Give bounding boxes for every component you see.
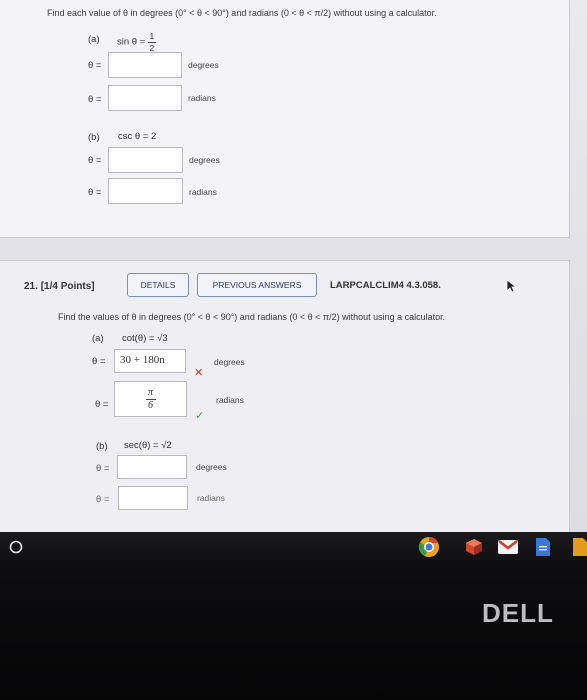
fraction-numerator: 1 — [149, 31, 155, 41]
q20-b-radians-unit: radians — [189, 187, 217, 197]
correct-answer-icon: ✓ — [195, 410, 205, 422]
mouse-cursor-icon — [506, 279, 518, 293]
question-21-card — [0, 260, 570, 537]
wrong-answer-icon: ✕ — [194, 367, 204, 379]
question-code: LARPCALCLIM4 4.3.058. — [330, 280, 441, 291]
q21-part-b-equation: sec(θ) = √2 — [124, 440, 172, 451]
gmail-icon[interactable] — [497, 539, 519, 555]
question-points: [1/4 Points] — [40, 281, 95, 292]
q21-theta-label: θ = — [92, 356, 106, 367]
q20-a-degrees-input[interactable] — [108, 52, 182, 78]
laptop-bezel: DELL — [0, 560, 587, 700]
fraction-denominator: 2 — [149, 42, 155, 53]
fraction-denominator: 6 — [148, 399, 153, 411]
q21-a-degrees-unit: degrees — [214, 357, 245, 367]
q21-part-a-label: (a) — [92, 333, 104, 344]
q21-a-radians-fraction: π 6 — [145, 386, 156, 411]
app-cube-icon[interactable] — [464, 537, 484, 557]
question-number: 21. — [24, 281, 38, 292]
q21-a-radians-unit: radians — [216, 395, 244, 405]
taskbar — [0, 532, 587, 562]
q20-theta-label: θ = — [88, 60, 102, 71]
q20-part-a-fraction: 1 2 — [147, 31, 156, 53]
q21-b-radians-unit: radians — [197, 493, 225, 503]
details-button[interactable]: DETAILS — [127, 273, 189, 297]
q20-b-degrees-input[interactable] — [108, 147, 183, 173]
q21-a-degrees-input[interactable]: 30 + 180n — [114, 349, 186, 373]
q20-part-a-label: (a) — [88, 34, 100, 45]
chrome-icon[interactable] — [418, 536, 440, 558]
q20-part-b-equation: csc θ = 2 — [118, 131, 157, 142]
q21-b-radians-input[interactable] — [118, 486, 188, 510]
q21-part-b-label: (b) — [96, 441, 108, 452]
q20-part-a-eq-text: sin θ = — [117, 36, 146, 48]
q20-a-radians-input[interactable] — [108, 85, 182, 111]
q20-part-b-label: (b) — [88, 132, 100, 143]
dell-logo-text: DELL — [482, 598, 554, 628]
dell-logo: DELL — [482, 598, 554, 628]
circle-launcher-icon[interactable] — [9, 540, 23, 554]
docs-icon[interactable] — [535, 537, 551, 557]
q20-b-degrees-unit: degrees — [189, 155, 220, 165]
q20-instruction: Find each value of θ in degrees (0° < θ … — [47, 8, 437, 18]
q21-theta-label: θ = — [96, 463, 110, 474]
fraction-numerator: π — [147, 386, 153, 398]
screen: Find each value of θ in degrees (0° < θ … — [0, 0, 587, 540]
q21-b-degrees-unit: degrees — [196, 462, 227, 472]
question-20-card — [0, 0, 570, 238]
q21-theta-label: θ = — [96, 494, 110, 505]
q20-a-degrees-unit: degrees — [188, 60, 219, 70]
q21-header: 21. [1/4 Points] — [24, 281, 95, 292]
q20-theta-label: θ = — [88, 187, 102, 198]
q21-instruction: Find the values of θ in degrees (0° < θ … — [58, 312, 446, 322]
slides-icon[interactable] — [572, 537, 587, 557]
previous-answers-button[interactable]: PREVIOUS ANSWERS — [197, 273, 317, 297]
q20-a-radians-unit: radians — [188, 93, 216, 103]
q21-part-a-equation: cot(θ) = √3 — [122, 333, 168, 344]
q20-part-a-equation: sin θ = 1 2 — [117, 32, 156, 52]
q21-b-degrees-input[interactable] — [117, 455, 187, 479]
q20-b-radians-input[interactable] — [108, 178, 183, 204]
q21-a-radians-input[interactable]: π 6 — [114, 381, 187, 417]
q20-theta-label: θ = — [88, 94, 102, 105]
q20-theta-label: θ = — [88, 155, 102, 166]
q21-theta-label: θ = — [95, 399, 109, 410]
